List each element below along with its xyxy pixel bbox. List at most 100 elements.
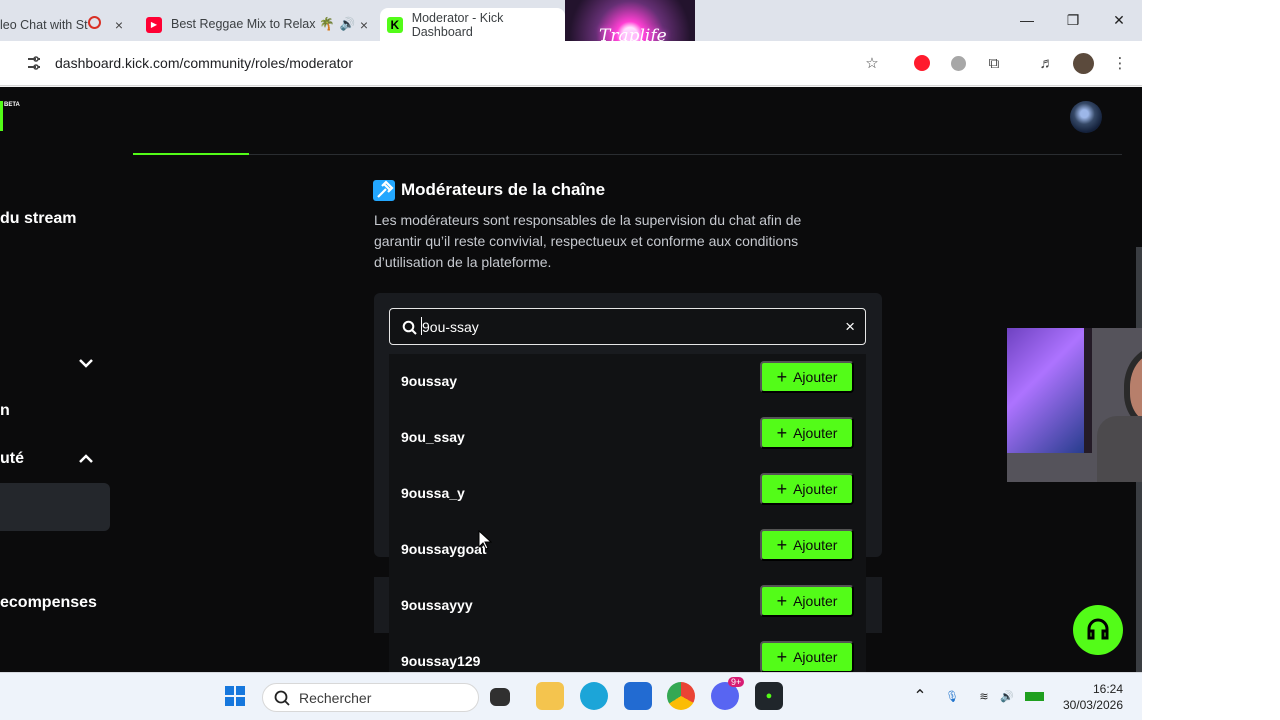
game-controller-icon[interactable]: ● (755, 682, 783, 710)
add-button-label: Ajouter (793, 481, 838, 497)
list-item: 9oussa_y + Ajouter (389, 466, 866, 522)
restore-icon[interactable]: ❐ (1050, 0, 1096, 40)
opera-extension-icon[interactable] (912, 53, 932, 73)
store-icon[interactable] (624, 682, 652, 710)
taskbar-search-input[interactable]: Rechercher (262, 683, 479, 712)
tab-video-chat[interactable]: leo Chat with St × (0, 8, 133, 41)
recording-icon (88, 16, 101, 29)
clock[interactable]: 16:24 30/03/2026 (1061, 681, 1123, 713)
kick-favicon-icon: K (387, 16, 403, 33)
list-item: 9ou_ssay + Ajouter (389, 410, 866, 466)
plus-icon: + (776, 479, 788, 499)
screen: leo Chat with St × ▶ Best Reggae Mix to … (0, 0, 1280, 720)
add-moderator-button[interactable]: + Ajouter (760, 417, 854, 449)
tab-reggae-label: Best Reggae Mix to Relax 🌴 (171, 17, 335, 31)
address-bar[interactable]: dashboard.kick.com/community/roles/moder… (55, 55, 353, 71)
windows-taskbar: Rechercher 9+ ● ⌃ 🎙 ≋ 🔊 16:24 30/03/2026 (0, 672, 1142, 720)
speaker-icon: 🔊 (339, 17, 356, 31)
username: 9oussayyy (401, 597, 473, 613)
tab-kick-label: Moderator - Kick Dashboard (411, 10, 504, 39)
add-moderator-button[interactable]: + Ajouter (760, 361, 854, 393)
close-icon[interactable]: × (115, 17, 123, 33)
page-description: Les modérateurs sont responsables de la … (374, 212, 802, 270)
browser-toolbar: dashboard.kick.com/community/roles/moder… (0, 41, 1142, 86)
tab-video-chat-label: leo Chat with St (0, 17, 88, 32)
sidebar-item-community[interactable]: uté (0, 450, 24, 468)
sidebar-item-rewards[interactable]: ecompenses (0, 594, 97, 612)
minimize-icon[interactable]: — (1004, 0, 1050, 40)
discord-notification-badge: 9+ (728, 677, 745, 687)
puzzle-icon[interactable]: ⧉ (984, 53, 1004, 73)
page-title: Modérateurs de la chaîne (401, 180, 606, 199)
taskbar-search-placeholder: Rechercher (299, 690, 372, 706)
bookmark-star-icon[interactable]: ☆ (862, 53, 882, 73)
plus-icon: + (776, 591, 788, 611)
site-info-icon[interactable] (26, 55, 42, 71)
add-moderator-button[interactable]: + Ajouter (760, 585, 854, 617)
username: 9oussay129 (401, 653, 481, 669)
list-item: 9oussay129 + Ajouter (389, 634, 866, 672)
add-button-label: Ajouter (793, 593, 838, 609)
discord-icon[interactable]: 9+ (711, 677, 745, 710)
windows-start-icon[interactable] (222, 682, 248, 710)
search-value: 9ou-ssay (422, 319, 479, 335)
kick-dashboard-page: BETA du stream n uté ecompenses Modérate… (0, 87, 1142, 672)
chevron-down-icon[interactable] (76, 353, 96, 373)
file-explorer-icon[interactable] (536, 682, 564, 710)
kick-logo[interactable] (0, 101, 3, 131)
webcam-neon-panel (1007, 328, 1092, 453)
close-window-icon[interactable]: ✕ (1096, 0, 1142, 40)
clock-date: 30/03/2026 (1062, 698, 1123, 712)
support-headset-button[interactable] (1073, 605, 1123, 655)
tab-kick-dashboard[interactable]: K Moderator - Kick Dashboard (380, 8, 565, 41)
battery-icon[interactable] (1020, 682, 1048, 710)
microphone-icon[interactable]: 🎙 (938, 682, 966, 710)
dashboard-tab-divider (133, 154, 1122, 155)
sidebar-item-n[interactable]: n (0, 402, 10, 420)
add-moderator-button[interactable]: + Ajouter (760, 529, 854, 561)
username: 9oussaygoat (401, 541, 487, 557)
plus-icon: + (776, 367, 788, 387)
chevron-up-icon[interactable] (76, 449, 96, 469)
window-controls: — ❐ ✕ (1004, 0, 1142, 40)
youtube-icon: ▶ (146, 16, 162, 33)
user-avatar[interactable] (1070, 101, 1102, 133)
plus-icon: + (776, 423, 788, 443)
edge-icon[interactable] (580, 682, 608, 710)
close-icon[interactable]: × (360, 17, 368, 33)
volume-icon[interactable]: 🔊 (993, 682, 1021, 710)
beta-badge: BETA (4, 102, 20, 108)
list-item: 9oussay + Ajouter (389, 354, 866, 410)
add-moderator-button[interactable]: + Ajouter (760, 473, 854, 505)
mouse-cursor-icon (478, 530, 492, 550)
browser-menu-icon[interactable]: ⋮ (1110, 53, 1130, 73)
extension-icon[interactable] (948, 53, 968, 73)
plus-icon: + (776, 535, 788, 555)
task-view-icon[interactable] (490, 688, 510, 706)
sidebar-active-item[interactable] (0, 483, 110, 531)
search-icon (402, 320, 417, 335)
moderator-icon (373, 180, 395, 201)
add-button-label: Ajouter (793, 369, 838, 385)
tab-reggae-mix[interactable]: ▶ Best Reggae Mix to Relax 🌴 🔊 × (146, 8, 378, 41)
sidebar-item-stream[interactable]: du stream (0, 210, 76, 228)
username: 9ou_ssay (401, 429, 465, 445)
username: 9oussa_y (401, 485, 465, 501)
search-icon (274, 690, 290, 706)
add-button-label: Ajouter (793, 537, 838, 553)
add-moderator-button[interactable]: + Ajouter (760, 641, 854, 672)
clear-search-icon[interactable]: × (845, 317, 855, 337)
chrome-icon[interactable] (667, 682, 695, 710)
list-item: 9oussaygoat + Ajouter (389, 522, 866, 578)
profile-avatar[interactable] (1073, 53, 1094, 74)
media-control-icon[interactable]: ♬ (1037, 53, 1057, 73)
moderator-search-input[interactable]: 9ou-ssay × (389, 308, 866, 345)
add-button-label: Ajouter (793, 649, 838, 665)
username: 9oussay (401, 373, 458, 389)
active-tab-indicator (133, 153, 249, 155)
add-button-label: Ajouter (793, 425, 838, 441)
plus-icon: + (776, 647, 788, 667)
show-hidden-icons-icon[interactable]: ⌃ (906, 682, 934, 710)
list-item: 9oussayyy + Ajouter (389, 578, 866, 634)
search-results-list: 9oussay + Ajouter 9ou_ssay + Ajouter 9ouss… (389, 354, 866, 672)
